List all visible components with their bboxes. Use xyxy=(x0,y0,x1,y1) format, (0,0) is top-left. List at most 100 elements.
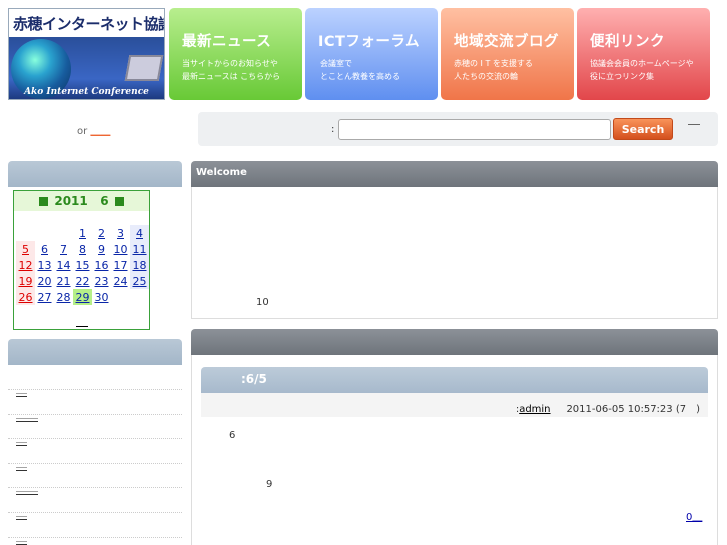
calendar-day-link[interactable]: 8 xyxy=(79,243,86,256)
calendar-day-link[interactable]: 13 xyxy=(38,259,52,272)
calendar-day[interactable]: 29 xyxy=(73,289,92,305)
search-input[interactable] xyxy=(338,119,611,140)
nav-useful-links[interactable]: 便利リンク 協議会会員のホームページや 役に立つリンク集 xyxy=(577,8,710,100)
calendar-day-link[interactable]: 23 xyxy=(95,275,109,288)
sidebar-item[interactable]: ＿ xyxy=(8,415,182,447)
welcome-number: 10 xyxy=(256,297,269,308)
calendar-day[interactable]: 6 xyxy=(35,241,54,257)
calendar-day[interactable]: 26 xyxy=(16,289,35,305)
calendar-day[interactable]: 13 xyxy=(35,257,54,273)
sidebar-item[interactable]: ＿ xyxy=(8,366,182,397)
calendar-day-link[interactable]: 17 xyxy=(114,259,128,272)
calendar-day-link[interactable]: 11 xyxy=(133,243,147,256)
calendar-day[interactable]: 18 xyxy=(130,257,149,273)
post-datetime: 2011-06-05 10:57:23 (7 ) xyxy=(566,404,700,415)
calendar-day[interactable]: 10 xyxy=(111,241,130,257)
calendar-day[interactable]: 1 xyxy=(73,225,92,241)
site-logo[interactable]: 赤穂インターネット協議会 Ako Internet Conference xyxy=(8,8,165,100)
author-link[interactable]: admin xyxy=(519,404,550,415)
nav-title: 地域交流ブログ xyxy=(454,34,559,50)
calendar-empty-cell xyxy=(111,289,130,305)
calendar-day-link[interactable]: 28 xyxy=(57,291,71,304)
search-button[interactable]: Search xyxy=(613,118,673,140)
nav-desc: 役に立つリンク集 xyxy=(590,72,654,81)
nav-ict-forum[interactable]: ICTフォーラム 会議室で とことん教養を高める xyxy=(305,8,438,100)
or-text: or xyxy=(77,126,88,137)
calendar-day[interactable]: 27 xyxy=(35,289,54,305)
calendar-day-link[interactable]: 14 xyxy=(57,259,71,272)
calendar-day-link[interactable]: 10 xyxy=(114,243,128,256)
post-meta: :admin 2011-06-05 10:57:23 (7 ) xyxy=(201,393,708,417)
calendar-day[interactable]: 21 xyxy=(54,273,73,289)
calendar-day-link[interactable]: 18 xyxy=(133,259,147,272)
calendar-day-link[interactable]: 9 xyxy=(98,243,105,256)
sidebar-item[interactable]: ＿＿ xyxy=(8,464,182,496)
calendar-day[interactable]: 20 xyxy=(35,273,54,289)
calendar-day[interactable]: 2 xyxy=(92,225,111,241)
nav-desc: 会議室で xyxy=(320,59,352,68)
calendar-day[interactable]: 4 xyxy=(130,225,149,241)
welcome-header: Welcome xyxy=(191,161,718,187)
calendar-day-link[interactable]: 16 xyxy=(95,259,109,272)
calendar-day-link[interactable]: 3 xyxy=(117,227,124,240)
calendar-empty-cell xyxy=(16,225,35,241)
calendar-day-link[interactable]: 27 xyxy=(38,291,52,304)
calendar-day-link[interactable]: 7 xyxy=(60,243,67,256)
calendar-day[interactable]: 11 xyxy=(130,241,149,257)
calendar-empty-cell xyxy=(35,225,54,241)
calendar-day-link[interactable]: 21 xyxy=(57,275,71,288)
calendar-day-link[interactable]: 29 xyxy=(76,291,90,304)
post-title[interactable]: :6/5 xyxy=(201,367,708,393)
calendar-day[interactable]: 15 xyxy=(73,257,92,273)
comments-link[interactable]: 0＿ xyxy=(686,508,702,523)
calendar-day[interactable]: 9 xyxy=(92,241,111,257)
post-text: 9 xyxy=(266,479,273,490)
nav-desc: 赤穂の I T を支援する xyxy=(454,59,533,68)
calendar-day-link[interactable]: 20 xyxy=(38,275,52,288)
calendar-footer-link[interactable] xyxy=(76,326,88,327)
calendar-day[interactable]: 17 xyxy=(111,257,130,273)
calendar-day[interactable]: 8 xyxy=(73,241,92,257)
calendar-day[interactable]: 16 xyxy=(92,257,111,273)
calendar-day[interactable]: 12 xyxy=(16,257,35,273)
calendar-day-link[interactable]: 12 xyxy=(19,259,33,272)
calendar-day-link[interactable]: 1 xyxy=(79,227,86,240)
calendar-month-header: 2011 6 xyxy=(14,191,149,211)
calendar-empty-cell xyxy=(54,225,73,241)
calendar-day[interactable]: 7 xyxy=(54,241,73,257)
nav-title: ICTフォーラム xyxy=(318,34,420,50)
calendar-day[interactable]: 5 xyxy=(16,241,35,257)
calendar-day-link[interactable]: 30 xyxy=(95,291,109,304)
calendar-day-link[interactable]: 19 xyxy=(19,275,33,288)
calendar-day[interactable]: 3 xyxy=(111,225,130,241)
calendar-day[interactable]: 14 xyxy=(54,257,73,273)
calendar-day-link[interactable]: 6 xyxy=(41,243,48,256)
calendar-day-link[interactable]: 15 xyxy=(76,259,90,272)
sidebar-item-link[interactable]: ＿ xyxy=(16,528,27,545)
calendar-day-link[interactable]: 24 xyxy=(114,275,128,288)
nav-latest-news[interactable]: 最新ニュース 当サイトからのお知らせや 最新ニュースは こちらから xyxy=(169,8,302,100)
calendar-day-link[interactable]: 5 xyxy=(22,243,29,256)
advanced-search-link[interactable] xyxy=(688,124,700,125)
calendar-day[interactable]: 24 xyxy=(111,273,130,289)
next-month-icon[interactable] xyxy=(114,197,124,206)
calendar-day[interactable]: 30 xyxy=(92,289,111,305)
sidebar-item[interactable]: ＿＿ xyxy=(8,391,182,422)
calendar-day-link[interactable]: 22 xyxy=(76,275,90,288)
prev-month-icon[interactable] xyxy=(39,197,49,206)
sidebar-item[interactable]: ＿ xyxy=(8,514,182,545)
calendar-day[interactable]: 28 xyxy=(54,289,73,305)
sidebar-item[interactable]: ＿ xyxy=(8,489,182,520)
calendar-day-link[interactable]: 4 xyxy=(136,227,143,240)
calendar-day[interactable]: 19 xyxy=(16,273,35,289)
register-link[interactable]: ＿＿ xyxy=(90,126,110,137)
sidebar-item[interactable]: ＿ xyxy=(8,440,182,471)
calendar-header xyxy=(8,161,182,187)
calendar-day[interactable]: 25 xyxy=(130,273,149,289)
calendar-day[interactable]: 23 xyxy=(92,273,111,289)
calendar-day-link[interactable]: 2 xyxy=(98,227,105,240)
nav-community-blog[interactable]: 地域交流ブログ 赤穂の I T を支援する 人たちの交流の輪 xyxy=(441,8,574,100)
calendar-day-link[interactable]: 26 xyxy=(19,291,33,304)
calendar-day-link[interactable]: 25 xyxy=(133,275,147,288)
calendar-day[interactable]: 22 xyxy=(73,273,92,289)
